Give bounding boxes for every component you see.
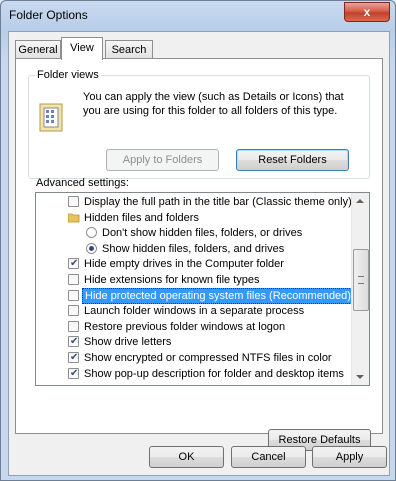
tree-row-label: Launch folder windows in a separate proc…	[84, 305, 305, 317]
tree-option-row[interactable]: Hide extensions for known file types	[36, 272, 350, 288]
tree-row-label: Show hidden files, folders, and drives	[102, 243, 285, 255]
tree-row-label: Hidden files and folders	[84, 212, 199, 224]
tree-row-label: Display the full path in the title bar (…	[84, 196, 352, 208]
tree-option-row[interactable]: Show pop-up description for folder and d…	[36, 366, 350, 382]
folder-views-icon	[39, 103, 63, 132]
advanced-settings-tree[interactable]: Display the full path in the title bar (…	[35, 192, 370, 386]
window-title: Folder Options	[9, 8, 88, 22]
folder-icon	[68, 213, 80, 223]
tab-label: Search	[111, 44, 147, 56]
tree-row-label: Show pop-up description for folder and d…	[84, 368, 344, 380]
tree-row-label: Show encrypted or compressed NTFS files …	[84, 352, 332, 364]
checkbox[interactable]	[68, 274, 79, 285]
apply-button[interactable]: Apply	[312, 446, 387, 468]
button-label: OK	[178, 451, 195, 463]
tree-row-label: Hide protected operating system files (R…	[82, 288, 354, 304]
tree-option-row[interactable]: Hide protected operating system files (R…	[36, 288, 354, 304]
checkbox[interactable]	[68, 290, 79, 301]
radio-button[interactable]	[86, 243, 97, 254]
tab-label: View	[70, 42, 94, 54]
tree-option-row[interactable]: Restore previous folder windows at logon	[36, 319, 350, 335]
reset-folders-button[interactable]: Reset Folders	[236, 149, 349, 171]
tab-search[interactable]: Search	[105, 40, 153, 59]
button-label: Apply	[335, 451, 364, 463]
tree-option-row[interactable]: Show hidden files, folders, and drives	[36, 241, 350, 257]
tree-option-row[interactable]: Show drive letters	[36, 334, 350, 350]
view-tab-panel: Folder views You can apply the view (suc…	[15, 58, 383, 451]
tree-option-row[interactable]: Hide empty drives in the Computer folder	[36, 256, 350, 272]
tree-row-label: Restore previous folder windows at logon	[84, 321, 286, 333]
folder-views-description: You can apply the view (such as Details …	[83, 91, 344, 117]
close-icon: x	[363, 5, 371, 19]
checkbox[interactable]	[68, 321, 79, 332]
advanced-settings-label: Advanced settings:	[36, 177, 129, 189]
dialog-client-area: General View Search Folder views You can…	[8, 31, 390, 476]
button-label: Apply to Folders	[122, 154, 203, 166]
tab-label: General	[18, 44, 58, 56]
tree-option-row[interactable]: Show encrypted or compressed NTFS files …	[36, 350, 350, 366]
tab-general[interactable]: General	[15, 40, 61, 59]
cancel-button[interactable]: Cancel	[231, 446, 306, 468]
close-button[interactable]: x	[344, 2, 390, 22]
button-label: Restore Defaults	[278, 434, 361, 446]
folder-options-dialog: Folder Options x General View Search Fol…	[0, 0, 396, 481]
scroll-thumb[interactable]	[353, 249, 369, 311]
button-label: Reset Folders	[258, 154, 327, 166]
ok-button[interactable]: OK	[149, 446, 224, 468]
title-bar[interactable]: Folder Options x	[1, 1, 395, 29]
scroll-up-arrow-icon[interactable]	[356, 199, 364, 203]
checkbox[interactable]	[68, 334, 79, 350]
tree-row-label: Show drive letters	[84, 336, 172, 348]
tab-view[interactable]: View	[61, 37, 103, 60]
checkbox[interactable]	[68, 350, 79, 366]
checkbox[interactable]	[68, 366, 79, 382]
tree-group-row: Hidden files and folders	[36, 210, 350, 226]
tree-option-row[interactable]: Launch folder windows in a separate proc…	[36, 303, 350, 319]
button-label: Cancel	[251, 451, 286, 463]
tree-option-row[interactable]: Don't show hidden files, folders, or dri…	[36, 225, 350, 241]
vertical-scrollbar[interactable]	[351, 193, 369, 385]
checkbox[interactable]	[68, 305, 79, 316]
checkbox[interactable]	[68, 256, 79, 272]
checkbox[interactable]	[68, 196, 79, 207]
tree-row-label: Don't show hidden files, folders, or dri…	[102, 227, 303, 239]
tree-option-row[interactable]: Display the full path in the title bar (…	[36, 194, 352, 210]
tree-row-label: Hide extensions for known file types	[84, 274, 260, 286]
folder-views-legend: Folder views	[35, 69, 101, 81]
folder-views-group: Folder views You can apply the view (suc…	[28, 69, 370, 179]
tree-row-label: Hide empty drives in the Computer folder	[84, 258, 284, 270]
apply-to-folders-button[interactable]: Apply to Folders	[106, 149, 219, 171]
radio-button[interactable]	[86, 227, 97, 238]
scroll-down-arrow-icon[interactable]	[356, 375, 364, 379]
